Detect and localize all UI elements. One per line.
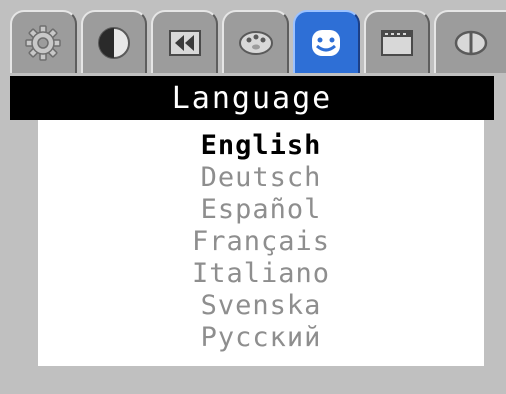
contrast-icon — [98, 26, 131, 59]
osd-window-icon — [380, 29, 413, 56]
gear-icon — [25, 24, 62, 61]
language-option-0[interactable]: English — [38, 130, 484, 162]
smiley-icon — [312, 29, 341, 56]
language-option-1[interactable]: Deutsch — [38, 162, 484, 194]
position-icon — [168, 29, 201, 56]
info-icon — [454, 30, 488, 55]
osd-tab-bar — [10, 10, 506, 73]
tab-info[interactable] — [434, 10, 506, 73]
tab-position[interactable] — [151, 10, 219, 73]
tab-settings[interactable] — [10, 10, 77, 73]
language-option-2[interactable]: Español — [38, 194, 484, 226]
tab-color[interactable] — [222, 10, 289, 73]
menu-title: Language — [10, 76, 494, 120]
language-list: English Deutsch Español Français Italiano Sve… — [38, 120, 484, 354]
tab-osd[interactable] — [363, 10, 431, 73]
language-option-5[interactable]: Svenska — [38, 290, 484, 322]
palette-icon — [238, 30, 273, 55]
language-option-3[interactable]: Français — [38, 226, 484, 258]
language-option-4[interactable]: Italiano — [38, 258, 484, 290]
tab-contrast[interactable] — [80, 10, 148, 73]
language-panel: English Deutsch Español Français Italiano Sve… — [38, 120, 484, 366]
language-option-6[interactable]: Русский — [38, 322, 484, 354]
tab-language[interactable] — [292, 10, 360, 73]
